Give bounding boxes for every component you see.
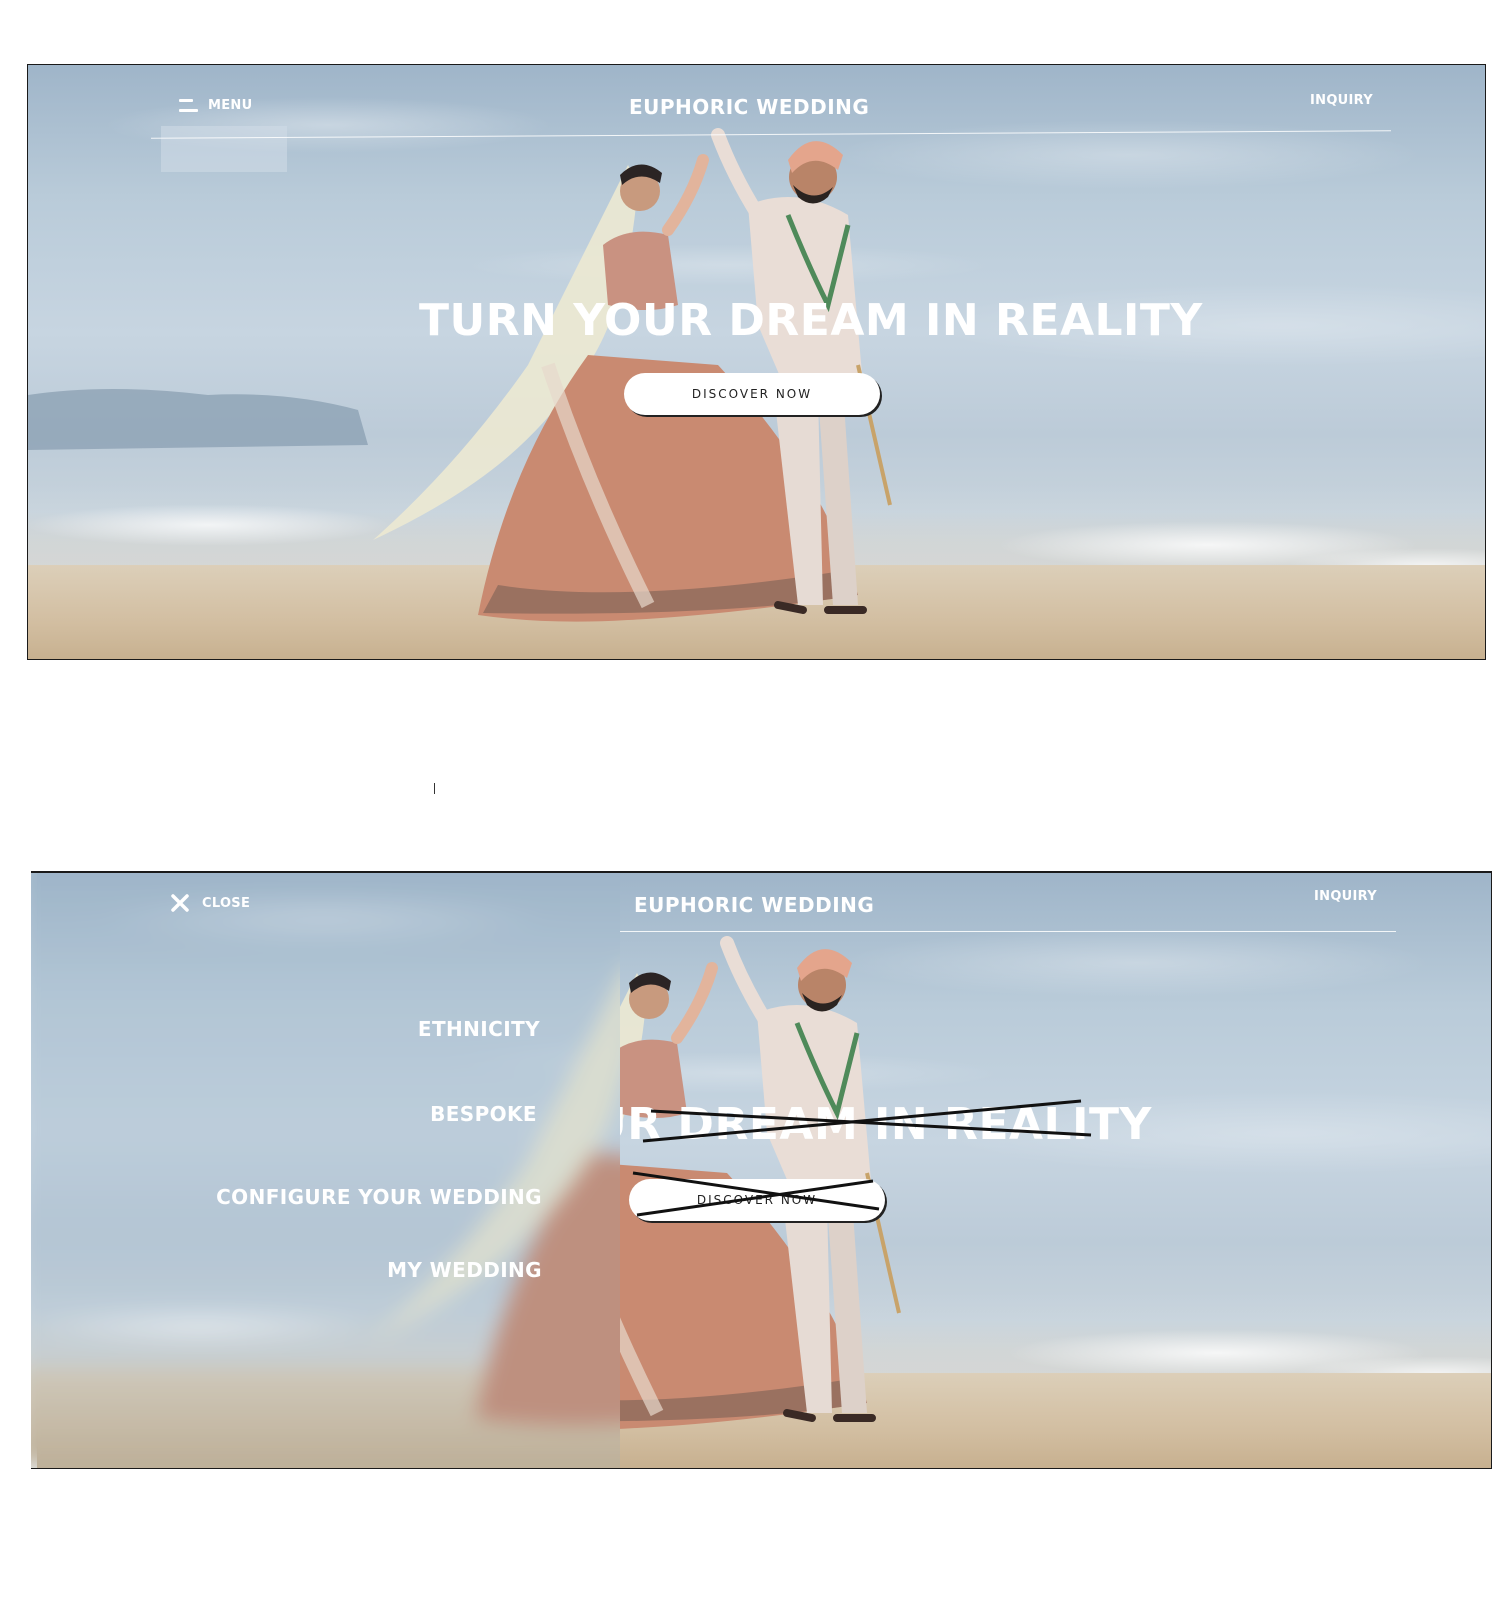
menu-item-bespoke[interactable]: BESPOKE <box>430 1102 537 1126</box>
header-divider <box>620 931 1396 932</box>
menu-item-my-wedding[interactable]: MY WEDDING <box>387 1258 542 1282</box>
brand-logo[interactable]: EUPHORIC WEDDING <box>634 893 874 917</box>
close-label: CLOSE <box>202 895 251 911</box>
menu-item-ethnicity[interactable]: ETHNICITY <box>418 1017 540 1041</box>
hero-title: TURN YOUR DREAM IN REALITY <box>419 295 1203 346</box>
navigation-menu-panel: CLOSE ETHNICITY BESPOKE CONFIGURE YOUR W… <box>31 873 620 1468</box>
close-icon <box>171 894 189 912</box>
discover-now-button[interactable]: DISCOVER NOW <box>629 1179 885 1221</box>
hamburger-icon <box>179 98 198 113</box>
menu-open-screenshot: EUPHORIC WEDDING INQUIRY UR DREAM IN REA… <box>31 871 1492 1469</box>
inquiry-link[interactable]: INQUIRY <box>1310 93 1373 108</box>
menu-item-configure-your-wedding[interactable]: CONFIGURE YOUR WEDDING <box>216 1185 542 1209</box>
discover-now-button[interactable]: DISCOVER NOW <box>624 373 880 415</box>
brand-logo[interactable]: EUPHORIC WEDDING <box>629 95 869 119</box>
homepage-screenshot: MENU EUPHORIC WEDDING INQUIRY TURN YOUR … <box>27 64 1486 660</box>
text-cursor <box>434 783 435 794</box>
menu-button[interactable]: MENU <box>179 98 252 113</box>
menu-hover-highlight <box>161 126 287 172</box>
inquiry-link[interactable]: INQUIRY <box>1314 889 1377 904</box>
close-menu-button[interactable]: CLOSE <box>170 893 250 913</box>
menu-label: MENU <box>208 98 253 113</box>
hero-title-partial: UR DREAM IN REALITY <box>591 1099 1152 1150</box>
